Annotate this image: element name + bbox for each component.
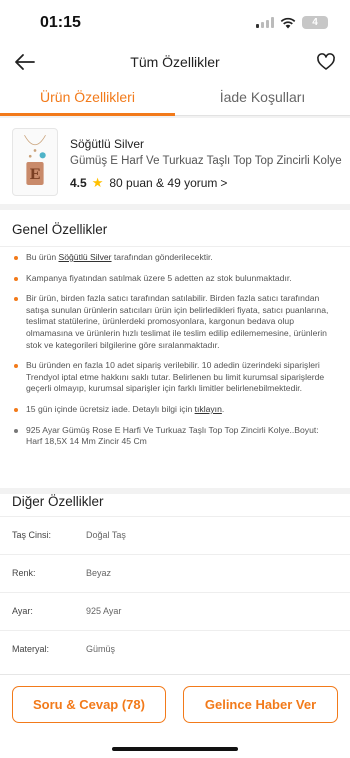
table-row: Materyal: Gümüş: [0, 630, 350, 668]
divider: [0, 246, 350, 247]
favorite-heart-icon[interactable]: [316, 52, 336, 72]
status-bar: 01:15 4: [0, 0, 350, 46]
attribute-key: Renk:: [12, 568, 36, 578]
battery-icon: 4: [302, 16, 328, 29]
notify-when-available-button[interactable]: Gelince Haber Ver: [183, 686, 338, 723]
attribute-key: Ayar:: [12, 606, 33, 616]
list-item: Bu ürün Söğütlü Silver tarafından gönder…: [12, 252, 336, 264]
attribute-value: Doğal Taş: [86, 530, 126, 540]
svg-text:E: E: [30, 167, 41, 183]
list-item: Bu üründen en fazla 10 adet sipariş veri…: [12, 360, 336, 395]
questions-answers-button[interactable]: Soru & Cevap (78): [12, 686, 166, 723]
attribute-key: Materyal:: [12, 644, 50, 654]
table-row: Ayar: 925 Ayar: [0, 592, 350, 630]
tab-return-conditions[interactable]: İade Koşulları: [175, 78, 350, 116]
cellular-signal-icon: [256, 17, 274, 28]
status-time: 01:15: [40, 14, 81, 31]
product-thumbnail: E: [12, 128, 58, 196]
seller-link[interactable]: Söğütlü Silver: [59, 252, 112, 262]
list-item: 925 Ayar Gümüş Rose E Harfi Ve Turkuaz T…: [12, 425, 336, 448]
tab-bar: Ürün Özellikleri İade Koşulları: [0, 78, 350, 116]
general-features-list: Bu ürün Söğütlü Silver tarafından gönder…: [12, 252, 336, 457]
product-brand: Söğütlü Silver: [70, 137, 145, 151]
status-icons: 4: [256, 16, 328, 29]
nav-bar: Tüm Özellikler: [0, 46, 350, 78]
page-title: Tüm Özellikler: [130, 54, 220, 70]
table-row: Taş Cinsi: Doğal Taş: [0, 516, 350, 554]
tab-product-features[interactable]: Ürün Özellikleri: [0, 78, 175, 116]
rating-row[interactable]: 4.5 ★ 80 puan & 49 yorum >: [70, 175, 227, 191]
attribute-value: 925 Ayar: [86, 606, 122, 616]
other-features-section: Diğer Özellikler Taş Cinsi: Doğal Taş Re…: [0, 494, 350, 674]
chevron-right-icon: >: [220, 176, 228, 190]
star-icon: ★: [91, 175, 104, 190]
rating-reviews: 80 puan & 49 yorum: [109, 176, 218, 190]
rating-score: 4.5: [70, 176, 87, 190]
product-name: Gümüş E Harf Ve Turkuaz Taşlı Top Top Zi…: [70, 155, 342, 167]
product-summary[interactable]: E Söğütlü Silver Gümüş E Harf Ve Turkuaz…: [0, 118, 350, 204]
attribute-value: Gümüş: [86, 644, 116, 654]
section-title-general: Genel Özellikler: [12, 222, 108, 237]
home-indicator: [112, 747, 238, 751]
bottom-action-bar: Soru & Cevap (78) Gelince Haber Ver: [0, 674, 350, 758]
list-item: Kampanya fiyatından satılmak üzere 5 ade…: [12, 273, 336, 285]
attributes-table: Taş Cinsi: Doğal Taş Renk: Beyaz Ayar: 9…: [0, 516, 350, 668]
general-features-section: Genel Özellikler Bu ürün Söğütlü Silver …: [0, 210, 350, 488]
list-item: 15 gün içinde ücretsiz iade. Detaylı bil…: [12, 404, 336, 416]
list-item: Bir ürün, birden fazla satıcı tarafından…: [12, 293, 336, 351]
attribute-value: Beyaz: [86, 568, 112, 578]
wifi-icon: [280, 17, 296, 28]
attribute-key: Taş Cinsi:: [12, 530, 52, 540]
table-row: Renk: Beyaz: [0, 554, 350, 592]
section-title-other: Diğer Özellikler: [12, 494, 104, 509]
return-info-link[interactable]: tıklayın: [195, 404, 222, 414]
